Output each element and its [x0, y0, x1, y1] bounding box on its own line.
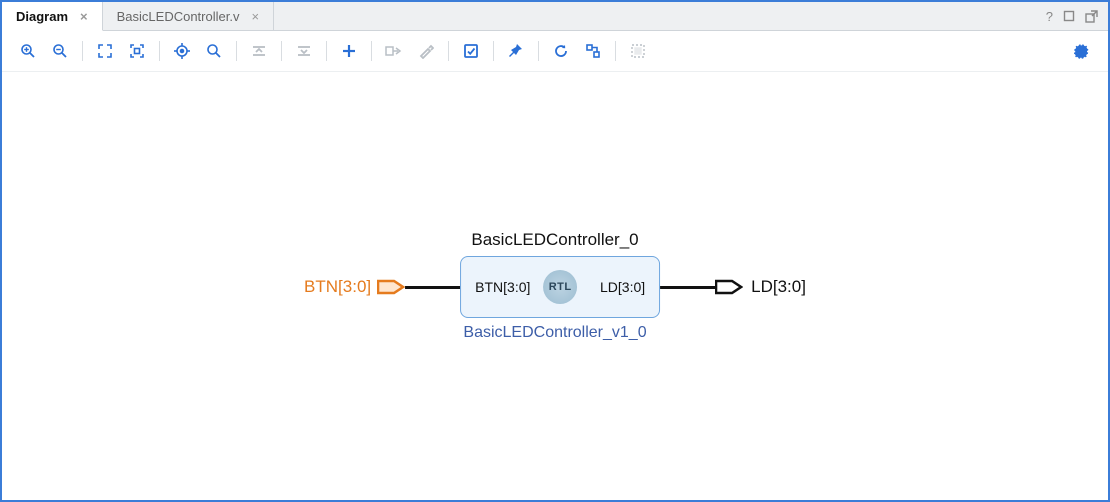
ip-block[interactable]: BTN[3:0] RTL LD[3:0]: [460, 256, 660, 318]
divider: [538, 41, 539, 61]
tab-label: BasicLEDController.v: [117, 9, 240, 24]
divider: [493, 41, 494, 61]
tab-label: Diagram: [16, 9, 68, 24]
zoom-in-button[interactable]: [12, 35, 44, 67]
tab-diagram[interactable]: Diagram ×: [2, 2, 103, 31]
close-icon[interactable]: ×: [78, 10, 90, 23]
zoom-out-button[interactable]: [44, 35, 76, 67]
make-external-button[interactable]: [378, 35, 410, 67]
maximize-icon[interactable]: [1063, 10, 1075, 22]
settings-button[interactable]: [1066, 35, 1098, 67]
customize-block-button[interactable]: [410, 35, 442, 67]
optimize-routing-button[interactable]: [577, 35, 609, 67]
tabstrip-controls: ?: [1046, 2, 1108, 30]
ip-block-instance[interactable]: BasicLEDController_0 BTN[3:0] BTN[3:0] R…: [304, 230, 806, 342]
popout-icon[interactable]: [1085, 10, 1098, 23]
regenerate-layout-button[interactable]: [545, 35, 577, 67]
collapse-button[interactable]: [243, 35, 275, 67]
divider: [448, 41, 449, 61]
block-output-pin-label: LD[3:0]: [600, 279, 645, 295]
divider: [371, 41, 372, 61]
expand-button[interactable]: [288, 35, 320, 67]
zoom-fit-button[interactable]: [89, 35, 121, 67]
rtl-badge-icon: RTL: [543, 270, 577, 304]
divider: [281, 41, 282, 61]
search-button[interactable]: [198, 35, 230, 67]
block-row: BTN[3:0] BTN[3:0] RTL LD[3:0]: [304, 256, 806, 318]
fit-area-button[interactable]: [622, 35, 654, 67]
net-wire[interactable]: [405, 286, 460, 289]
diagram-canvas[interactable]: BasicLEDController_0 BTN[3:0] BTN[3:0] R…: [2, 72, 1108, 500]
block-input-pin-label: BTN[3:0]: [475, 279, 530, 295]
output-port-icon[interactable]: [715, 276, 743, 298]
net-wire[interactable]: [660, 286, 715, 289]
help-icon[interactable]: ?: [1046, 9, 1053, 24]
divider: [159, 41, 160, 61]
tab-strip: Diagram × BasicLEDController.v × ?: [2, 2, 1108, 31]
external-input-port-label[interactable]: BTN[3:0]: [304, 277, 371, 297]
divider: [615, 41, 616, 61]
toolbar: [2, 31, 1108, 72]
tab-source-file[interactable]: BasicLEDController.v ×: [103, 2, 274, 30]
center-selection-button[interactable]: [166, 35, 198, 67]
divider: [326, 41, 327, 61]
instance-name-label: BasicLEDController_0: [471, 230, 638, 250]
add-ip-button[interactable]: [333, 35, 365, 67]
external-output-port-label[interactable]: LD[3:0]: [751, 277, 806, 297]
validate-design-button[interactable]: [455, 35, 487, 67]
app-window: Diagram × BasicLEDController.v × ?: [0, 0, 1110, 502]
pin-button[interactable]: [500, 35, 532, 67]
ip-type-label: BasicLEDController_v1_0: [463, 324, 646, 342]
divider: [236, 41, 237, 61]
zoom-area-button[interactable]: [121, 35, 153, 67]
close-icon[interactable]: ×: [249, 10, 261, 23]
input-port-icon[interactable]: [377, 276, 405, 298]
divider: [82, 41, 83, 61]
